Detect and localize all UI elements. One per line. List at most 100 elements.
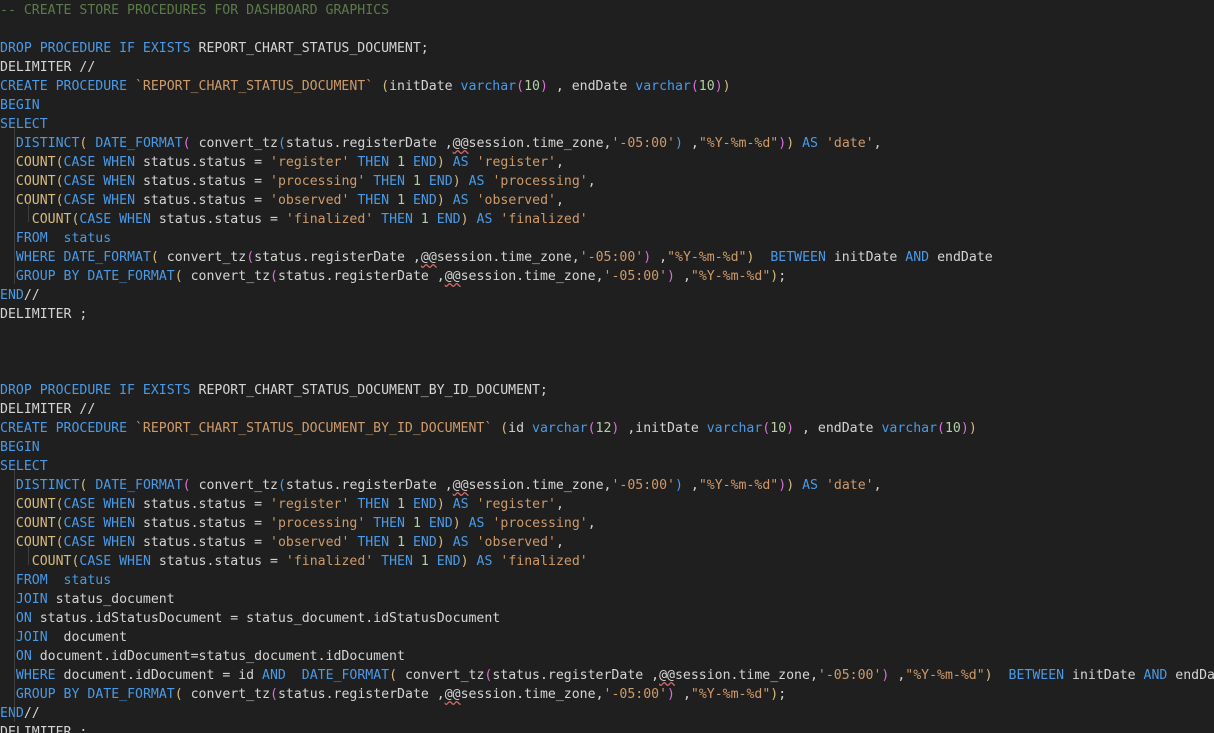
indent-guide	[28, 203, 29, 222]
code-token-str: "%Y-%m-%d"	[698, 136, 779, 151]
indent-guide	[14, 470, 15, 722]
code-line[interactable]	[0, 343, 1214, 362]
code-token-str: '-05:00'	[817, 668, 882, 683]
code-line[interactable]: BEGIN	[0, 96, 1214, 115]
code-line[interactable]: WHERE DATE_FORMAT( convert_tz(status.reg…	[0, 248, 1214, 267]
code-token-id: initDate	[389, 79, 461, 94]
code-line[interactable]: COUNT(CASE WHEN status.status = 'registe…	[0, 495, 1214, 514]
code-token-id	[461, 174, 469, 189]
code-line[interactable]: FROM status	[0, 571, 1214, 590]
code-token-kw: DATE_FORMAT	[87, 269, 175, 284]
code-line[interactable]: GROUP BY DATE_FORMAT( convert_tz(status.…	[0, 685, 1214, 704]
code-line[interactable]: COUNT(CASE WHEN status.status = 'registe…	[0, 153, 1214, 172]
code-token-num: 10	[524, 79, 540, 94]
code-token-b1: (	[55, 193, 64, 208]
code-content[interactable]: -- CREATE STORE PROCEDURES FOR DASHBOARD…	[0, 0, 1214, 733]
code-token-num: 1	[397, 497, 406, 512]
indent-guide	[14, 127, 15, 284]
code-line[interactable]: DROP PROCEDURE IF EXISTS REPORT_CHART_ST…	[0, 39, 1214, 58]
code-token-id: DELIMITER	[0, 402, 80, 417]
code-token-kw: THEN	[357, 497, 390, 512]
code-line[interactable]	[0, 362, 1214, 381]
code-token-b2: (	[690, 79, 699, 94]
code-line[interactable]: CREATE PROCEDURE `REPORT_CHART_STATUS_DO…	[0, 77, 1214, 96]
code-token-id	[461, 516, 469, 531]
code-token-kw: CASE WHEN	[79, 212, 151, 227]
code-line[interactable]: SELECT	[0, 115, 1214, 134]
code-token-num: 1	[397, 155, 406, 170]
code-token-b2: (	[937, 421, 945, 436]
code-line[interactable]: JOIN status_document	[0, 590, 1214, 609]
code-line[interactable]: ON document.idDocument=status_document.i…	[0, 647, 1214, 666]
code-line[interactable]: JOIN document	[0, 628, 1214, 647]
code-line[interactable]: DISTINCT( DATE_FORMAT( convert_tz(status…	[0, 134, 1214, 153]
code-token-str: 'finalized'	[500, 554, 588, 569]
code-line[interactable]: DELIMITER //	[0, 58, 1214, 77]
code-token-kw: THEN	[381, 212, 413, 227]
code-token-id: status.registerDate ,	[277, 269, 445, 284]
code-token-id: ,	[587, 516, 596, 531]
code-line[interactable]: DELIMITER ;	[0, 723, 1214, 733]
code-line[interactable]: BEGIN	[0, 438, 1214, 457]
code-line[interactable]: COUNT(CASE WHEN status.status = 'process…	[0, 172, 1214, 191]
indent-guide	[28, 546, 29, 565]
code-line[interactable]	[0, 20, 1214, 39]
code-token-b2: (	[270, 687, 278, 702]
code-line[interactable]: SELECT	[0, 457, 1214, 476]
code-token-num: 1	[412, 516, 421, 531]
code-token-kw: AND	[905, 250, 930, 265]
code-line[interactable]: DROP PROCEDURE IF EXISTS REPORT_CHART_ST…	[0, 381, 1214, 400]
code-token-id	[429, 554, 437, 569]
code-token-id	[373, 79, 381, 94]
code-token-kw: END	[412, 497, 437, 512]
code-token-kw: AS	[452, 535, 469, 550]
code-token-tick: `REPORT_CHART_STATUS_DOCUMENT_BY_ID_DOCU…	[134, 421, 493, 436]
code-line[interactable]: ON status.idStatusDocument = status_docu…	[0, 609, 1214, 628]
code-token-b2: )	[778, 478, 787, 493]
code-line[interactable]: DELIMITER //	[0, 400, 1214, 419]
code-token-fn: COUNT	[15, 535, 56, 550]
code-token-kw: JOIN	[15, 630, 48, 645]
code-token-id: status.status =	[135, 516, 270, 531]
code-token-op: //	[23, 288, 40, 303]
code-token-b3: (	[277, 478, 286, 493]
code-token-kw: DATE_FORMAT	[95, 478, 183, 493]
code-token-str: '-05:00'	[611, 478, 675, 493]
code-token-kw: AND	[262, 668, 286, 683]
code-token-id	[405, 155, 413, 170]
code-token-id	[445, 535, 453, 550]
code-line[interactable]: COUNT(CASE WHEN status.status = 'finaliz…	[0, 552, 1214, 571]
code-line[interactable]: -- CREATE STORE PROCEDURES FOR DASHBOARD…	[0, 1, 1214, 20]
code-line[interactable]: GROUP BY DATE_FORMAT( convert_tz(status.…	[0, 267, 1214, 286]
code-token-str: 'register'	[270, 155, 350, 170]
code-line[interactable]: COUNT(CASE WHEN status.status = 'observe…	[0, 191, 1214, 210]
code-token-id	[818, 136, 826, 151]
code-line[interactable]: DISTINCT( DATE_FORMAT( convert_tz(status…	[0, 476, 1214, 495]
code-line[interactable]: COUNT(CASE WHEN status.status = 'observe…	[0, 533, 1214, 552]
code-line[interactable]: CREATE PROCEDURE `REPORT_CHART_STATUS_DO…	[0, 419, 1214, 438]
code-token-kw: AS	[476, 554, 493, 569]
code-token-b1: (	[500, 421, 509, 436]
code-token-id: status.registerDate ,	[254, 250, 421, 265]
code-token-kw: GROUP BY	[15, 687, 80, 702]
code-token-kw: DATE_FORMAT	[301, 668, 390, 683]
code-line[interactable]: DELIMITER ;	[0, 305, 1214, 324]
code-line[interactable]: COUNT(CASE WHEN status.status = 'finaliz…	[0, 210, 1214, 229]
code-token-id	[0, 554, 32, 569]
code-token-b1: (	[174, 269, 183, 284]
code-token-b3: (	[277, 136, 286, 151]
code-line[interactable]: END//	[0, 704, 1214, 723]
code-token-id	[794, 136, 802, 151]
code-line[interactable]: COUNT(CASE WHEN status.status = 'process…	[0, 514, 1214, 533]
sql-code-editor[interactable]: -- CREATE STORE PROCEDURES FOR DASHBOARD…	[0, 0, 1214, 733]
code-token-str: "%Y-%m-%d"	[667, 250, 747, 265]
code-line[interactable]: FROM status	[0, 229, 1214, 248]
code-line[interactable]	[0, 324, 1214, 343]
code-token-id: status.status =	[135, 193, 270, 208]
code-line[interactable]: WHERE document.idDocument = id AND DATE_…	[0, 666, 1214, 685]
code-token-kw: WHERE	[15, 668, 56, 683]
code-token-id	[389, 497, 397, 512]
code-line[interactable]: END//	[0, 286, 1214, 305]
code-token-b3: )	[675, 478, 683, 493]
code-token-id	[48, 573, 64, 588]
